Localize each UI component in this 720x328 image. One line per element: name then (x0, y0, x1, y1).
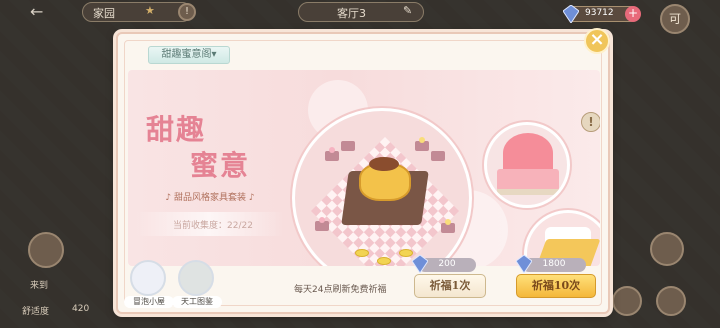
room-label: 客厅3 (337, 7, 366, 20)
flower (419, 137, 425, 143)
home-label: 家园 (93, 7, 115, 20)
add-currency-button[interactable]: + (625, 6, 641, 22)
star-icon: ★ (145, 4, 155, 17)
flower (445, 219, 451, 225)
right-hud-button-1[interactable] (650, 232, 684, 266)
comfort-value: 420 (72, 304, 90, 314)
flower (319, 217, 325, 223)
flower-planter (431, 151, 445, 161)
set-title-line2: 蜜意 (190, 149, 251, 182)
room-pill[interactable]: 客厅3 ✎ (298, 2, 424, 22)
right-hud-button-2[interactable] (612, 286, 642, 316)
cost-single-value: 200 (438, 259, 456, 269)
gazebo-rail (497, 189, 559, 195)
currency-value: 93712 (585, 8, 614, 18)
free-refresh-note: 每天24点刷新免费祈福 (294, 285, 387, 295)
set-select-dropdown[interactable]: 甜趣蜜意阁▾ (148, 46, 230, 64)
close-button[interactable]: × (584, 28, 610, 54)
home-pill[interactable]: 家园 ★ (82, 2, 192, 22)
info-button[interactable]: ! (581, 112, 600, 132)
gacha-modal: 甜趣蜜意阁▾ 甜趣 蜜意 ♪ 甜品风格家具套装 ♪ 当前收集度：22/22 ! … (116, 32, 610, 314)
left-hud-avatar[interactable] (28, 232, 64, 268)
back-arrow-icon[interactable]: ← (30, 4, 52, 20)
cost-ten: 1800 (516, 255, 586, 273)
pudding-stool (377, 257, 391, 265)
flower (329, 147, 335, 153)
cost-ten-value: 1800 (542, 259, 566, 269)
character-name: 天工图鉴 (172, 296, 222, 308)
alert-icon[interactable]: ! (178, 3, 196, 21)
comfort-label: 舒适度 (22, 307, 50, 317)
pudding-stool (355, 249, 369, 257)
left-hud-label: 来到 (30, 281, 49, 291)
right-hud-button-3[interactable] (656, 286, 686, 316)
flower-planter (341, 141, 355, 151)
caramel-topping (369, 157, 399, 171)
character-name: 冒泡小屋 (124, 296, 174, 308)
set-subtitle: ♪ 甜品风格家具套装 ♪ (165, 193, 255, 203)
collection-progress: 当前收集度：22/22 (173, 221, 253, 231)
pray-once-button[interactable]: 祈福1次 (414, 274, 486, 298)
cost-single: 200 (412, 255, 476, 273)
pray-ten-button[interactable]: 祈福10次 (516, 274, 596, 298)
pudding-stool (399, 249, 413, 257)
character-avatar (130, 260, 166, 296)
gazebo-dome (503, 133, 553, 173)
edit-icon: ✎ (403, 4, 413, 17)
currency-counter: 93712 + (563, 5, 641, 23)
right-menu-icon[interactable]: 可 (660, 4, 690, 34)
top-bar: ← 家园 ★ ! 客厅3 ✎ 93712 + 可 (0, 0, 720, 34)
set-title-line1: 甜趣 (146, 113, 207, 146)
gazebo-base (497, 169, 559, 191)
codex-avatar (178, 260, 214, 296)
gem-icon (563, 5, 579, 23)
set-banner: 甜趣 蜜意 ♪ 甜品风格家具套装 ♪ 当前收集度：22/22 ! (128, 70, 600, 266)
furniture-preview-gazebo[interactable] (484, 122, 570, 208)
right-menu-label: 可 (668, 12, 681, 26)
